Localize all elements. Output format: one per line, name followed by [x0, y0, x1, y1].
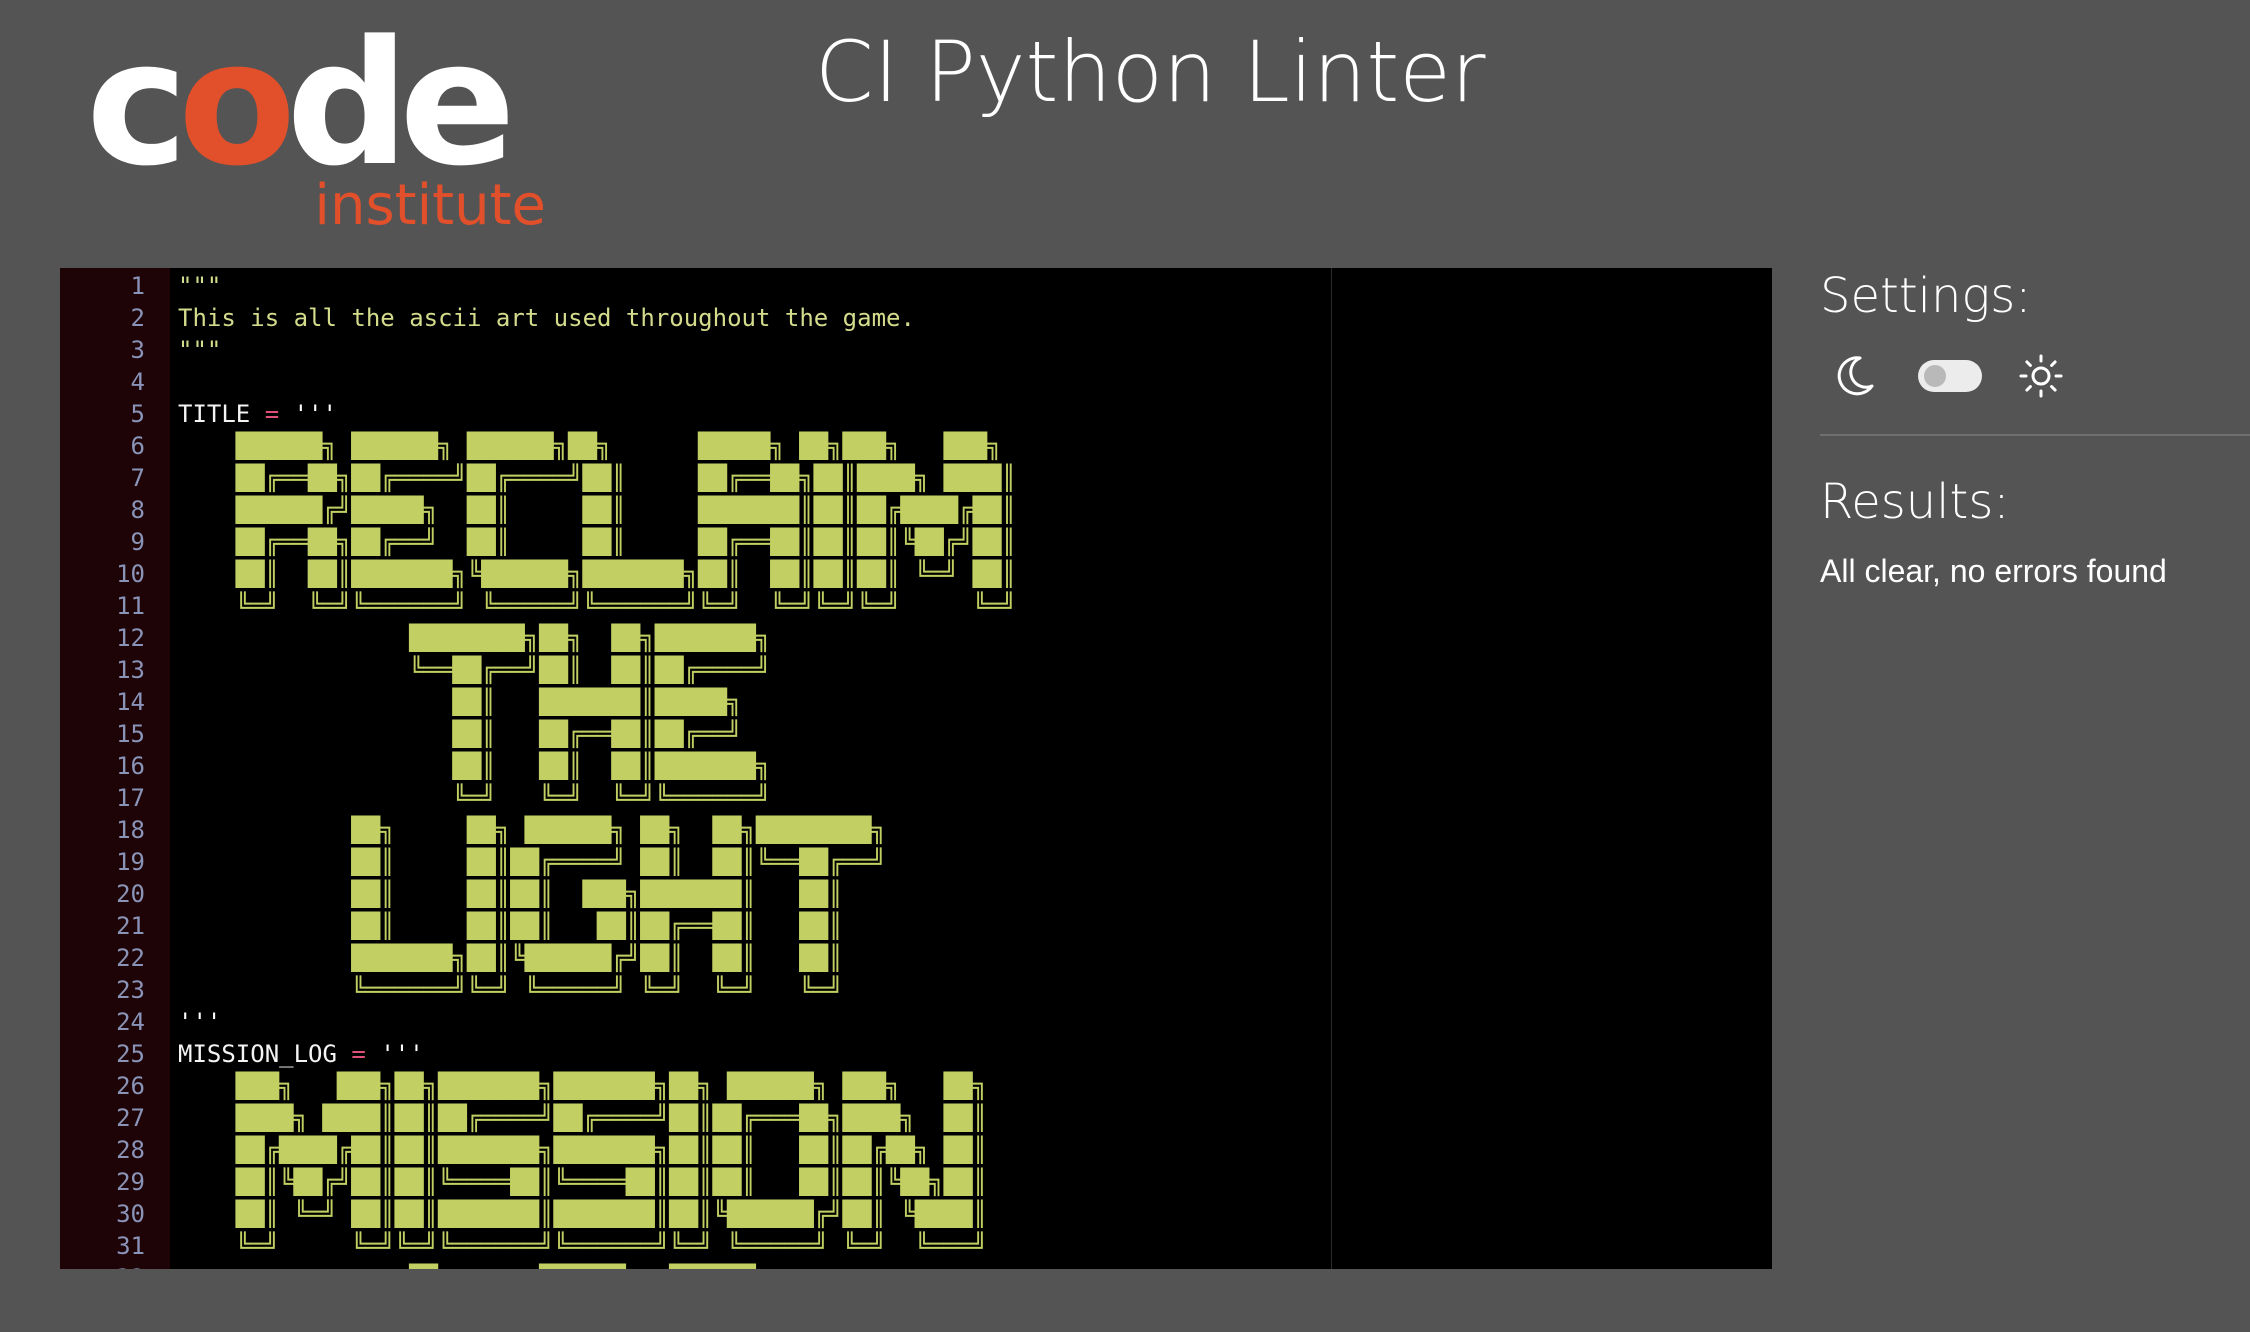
results-title: Results: — [1820, 473, 2010, 530]
theme-switcher — [1820, 344, 2250, 408]
assign-operator: = — [264, 400, 280, 428]
sun-icon[interactable] — [2018, 353, 2064, 399]
moon-icon[interactable] — [1830, 352, 1878, 400]
code-editor[interactable]: 1 2 3 4 5 6 7 8 9 10 11 12 13 14 15 16 1… — [60, 268, 1772, 1269]
print-margin — [1331, 268, 1332, 1269]
logo-subtitle: institute — [314, 173, 546, 238]
code-content[interactable]: """ This is all the ascii art used throu… — [178, 268, 1016, 1269]
title-variable: TITLE — [178, 400, 251, 428]
panel-divider — [1820, 433, 2250, 436]
docstring-open: """ — [178, 272, 222, 300]
mission-log-variable: MISSION_LOG — [178, 1040, 337, 1068]
toggle-knob — [1924, 364, 1946, 387]
assign-operator: = — [351, 1040, 366, 1068]
results-message: All clear, no errors found — [1820, 553, 2167, 590]
string-quote: ''' — [380, 1040, 424, 1068]
logo-wordmark: code — [86, 3, 516, 204]
docstring-close: """ — [178, 336, 222, 364]
line-numbers: 1 2 3 4 5 6 7 8 9 10 11 12 13 14 15 16 1… — [116, 272, 145, 1269]
editor-gutter: 1 2 3 4 5 6 7 8 9 10 11 12 13 14 15 16 1… — [60, 268, 170, 1269]
code-institute-logo: code institute — [86, 18, 546, 248]
theme-toggle[interactable] — [1918, 359, 1982, 392]
string-quote-close: ''' — [178, 1008, 222, 1036]
string-quote: ''' — [293, 400, 337, 428]
settings-title: Settings: — [1820, 268, 2032, 324]
app-title: CI Python Linter — [815, 23, 1486, 121]
side-panel: Settings: Results: All clear, no errors … — [1820, 268, 2250, 590]
title-ascii-art: ██████╗ ██████╗ ██████╗██╗ █████╗ ██╗███… — [235, 432, 1017, 1004]
docstring-text: This is all the ascii art used throughou… — [178, 304, 915, 332]
mission-ascii-art: ███╗ ███╗██╗███████╗███████╗██╗ ██████╗ … — [235, 1072, 988, 1269]
